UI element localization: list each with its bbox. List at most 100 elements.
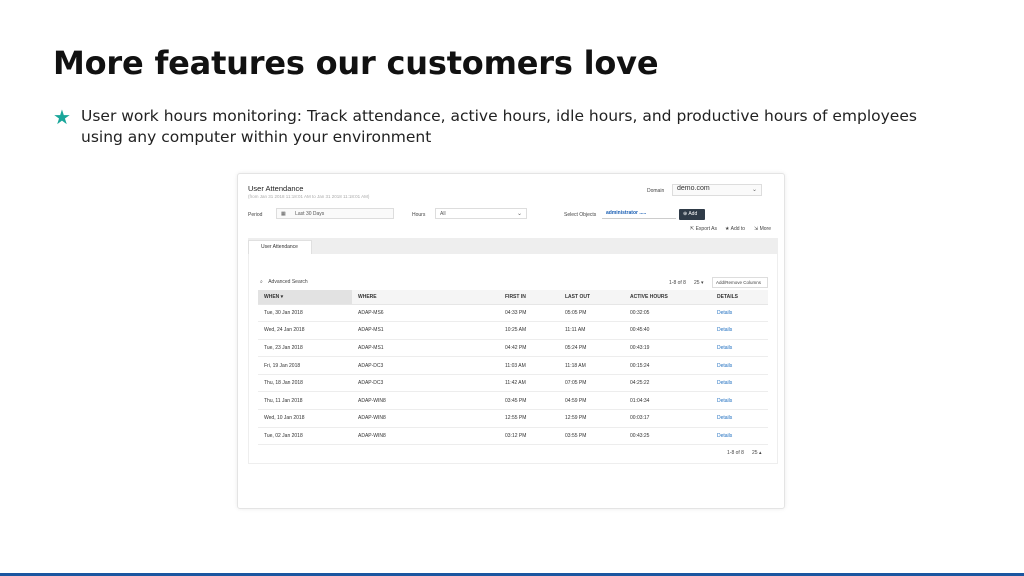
cell-where: ADAP-WIN8: [352, 391, 499, 411]
cell-last-out: 03:55 PM: [559, 427, 624, 446]
cell-where: ADAP-DC3: [352, 374, 499, 393]
cell-last-out: 11:11 AM: [559, 321, 624, 340]
page-size-select-bottom[interactable]: 25 ▴: [752, 450, 761, 456]
add-button[interactable]: ⊕ Add: [679, 209, 705, 220]
cell-first-in: 11:42 AM: [499, 374, 559, 393]
cell-last-out: 11:18 AM: [559, 356, 624, 375]
details-link[interactable]: Details: [711, 374, 768, 393]
table-row: Fri, 19 Jan 2018 ADAP-DC3 11:03 AM 11:18…: [258, 356, 768, 375]
cell-when: Tue, 02 Jan 2018: [258, 427, 352, 446]
pager-top: 1-8 of 8: [669, 280, 686, 286]
hours-value: All: [440, 211, 446, 217]
select-objects-input[interactable]: administrator .....: [602, 208, 676, 219]
hours-select[interactable]: All ⌄: [435, 208, 527, 219]
cell-last-out: 04:59 PM: [559, 391, 624, 411]
domain-label: Domain: [647, 188, 665, 194]
cell-active-hours: 00:15:24: [624, 356, 711, 375]
add-user-icon: ⊕: [683, 211, 688, 217]
export-as-link[interactable]: ⇱ Export As: [690, 226, 717, 232]
add-remove-columns-button[interactable]: Add/Remove Columns: [712, 277, 768, 288]
calendar-icon: ▦: [281, 211, 286, 217]
feature-bullet-text: User work hours monitoring: Track attend…: [81, 107, 917, 146]
cell-active-hours: 00:03:17: [624, 409, 711, 428]
cell-first-in: 03:45 PM: [499, 391, 559, 411]
cell-first-in: 11:03 AM: [499, 356, 559, 375]
column-header-when[interactable]: WHEN ▾: [258, 290, 352, 305]
select-objects-label: Select Objects: [564, 212, 597, 218]
cell-last-out: 07:05 PM: [559, 374, 624, 393]
details-link[interactable]: Details: [711, 427, 768, 446]
attendance-table: WHEN ▾ WHERE FIRST IN LAST OUT ACTIVE HO…: [258, 290, 768, 446]
cell-when: Fri, 19 Jan 2018: [258, 356, 352, 375]
cell-last-out: 12:59 PM: [559, 409, 624, 428]
tab-user-attendance[interactable]: User Attendance: [248, 240, 312, 254]
cell-first-in: 12:55 PM: [499, 409, 559, 428]
cell-when: Thu, 18 Jan 2018: [258, 374, 352, 393]
cell-where: ADAP-MS1: [352, 321, 499, 340]
report-title: User Attendance: [248, 184, 304, 193]
column-header-last-out[interactable]: LAST OUT: [559, 290, 624, 305]
cell-active-hours: 00:32:05: [624, 304, 711, 323]
details-link[interactable]: Details: [711, 391, 768, 411]
add-button-label: Add: [688, 211, 698, 217]
more-link[interactable]: ⇲ More: [754, 226, 771, 232]
more-label: More: [759, 226, 771, 232]
table-row: Tue, 02 Jan 2018 ADAP-WIN8 03:12 PM 03:5…: [258, 427, 768, 446]
search-icon: ⌕: [260, 279, 263, 285]
sort-down-icon: ▾: [280, 293, 284, 300]
cell-active-hours: 01:04:34: [624, 391, 711, 411]
period-label: Period: [248, 212, 263, 218]
user-attendance-screenshot: User Attendance (from Jan 31 2018 11:18:…: [237, 173, 785, 509]
details-link[interactable]: Details: [711, 321, 768, 340]
star-icon: ★: [53, 105, 71, 129]
table-row: Tue, 23 Jan 2018 ADAP-MS1 04:42 PM 05:24…: [258, 339, 768, 358]
star-icon: ★: [725, 226, 730, 232]
chevron-up-icon: ▴: [758, 450, 762, 456]
add-to-link[interactable]: ★ Add to: [725, 226, 745, 232]
report-date-range: (from Jan 31 2018 11:18:01 AM to Jan 31 …: [248, 194, 370, 199]
export-as-label: Export As: [695, 226, 717, 232]
column-header-details: DETAILS: [711, 290, 768, 305]
domain-value: demo.com: [677, 185, 710, 192]
cell-last-out: 05:24 PM: [559, 339, 624, 358]
cell-when: Wed, 10 Jan 2018: [258, 409, 352, 428]
cell-where: ADAP-WIN8: [352, 409, 499, 428]
period-value: Last 30 Days: [295, 211, 325, 217]
page-size-select-top[interactable]: 25 ▾: [694, 280, 703, 286]
details-link[interactable]: Details: [711, 339, 768, 358]
column-header-label: WHEN: [264, 293, 280, 300]
advanced-search-label: Advanced Search: [268, 279, 308, 285]
details-link[interactable]: Details: [711, 304, 768, 323]
cell-first-in: 03:12 PM: [499, 427, 559, 446]
table-row: Thu, 18 Jan 2018 ADAP-DC3 11:42 AM 07:05…: [258, 374, 768, 393]
cell-where: ADAP-MS1: [352, 339, 499, 358]
column-header-where[interactable]: WHERE: [352, 290, 499, 305]
more-icon: ⇲: [754, 226, 759, 232]
cell-active-hours: 00:45:40: [624, 321, 711, 340]
cell-when: Tue, 23 Jan 2018: [258, 339, 352, 358]
period-select[interactable]: ▦ Last 30 Days: [276, 208, 394, 219]
column-header-active-hours[interactable]: ACTIVE HOURS: [624, 290, 711, 305]
tab-bar: User Attendance: [248, 238, 778, 254]
table-row: Wed, 24 Jan 2018 ADAP-MS1 10:25 AM 11:11…: [258, 321, 768, 340]
details-link[interactable]: Details: [711, 409, 768, 428]
cell-first-in: 04:33 PM: [499, 304, 559, 323]
cell-when: Wed, 24 Jan 2018: [258, 321, 352, 340]
slide-title: More features our customers love: [53, 44, 659, 82]
details-link[interactable]: Details: [711, 356, 768, 375]
cell-first-in: 04:42 PM: [499, 339, 559, 358]
table-header-row: WHEN ▾ WHERE FIRST IN LAST OUT ACTIVE HO…: [258, 290, 768, 305]
feature-bullet: ★ User work hours monitoring: Track atte…: [53, 106, 973, 148]
cell-active-hours: 04:25:22: [624, 374, 711, 393]
cell-when: Tue, 30 Jan 2018: [258, 304, 352, 323]
chevron-down-icon: ⌄: [751, 187, 757, 193]
table-row: Thu, 11 Jan 2018 ADAP-WIN8 03:45 PM 04:5…: [258, 391, 768, 411]
domain-select[interactable]: demo.com ⌄: [672, 184, 762, 196]
cell-first-in: 10:25 AM: [499, 321, 559, 340]
column-header-first-in[interactable]: FIRST IN: [499, 290, 559, 305]
cell-where: ADAP-MS6: [352, 304, 499, 323]
cell-when: Thu, 11 Jan 2018: [258, 391, 352, 411]
cell-active-hours: 00:43:25: [624, 427, 711, 446]
advanced-search[interactable]: ⌕ Advanced Search: [260, 279, 308, 285]
pager-bottom: 1-8 of 8: [727, 450, 744, 456]
